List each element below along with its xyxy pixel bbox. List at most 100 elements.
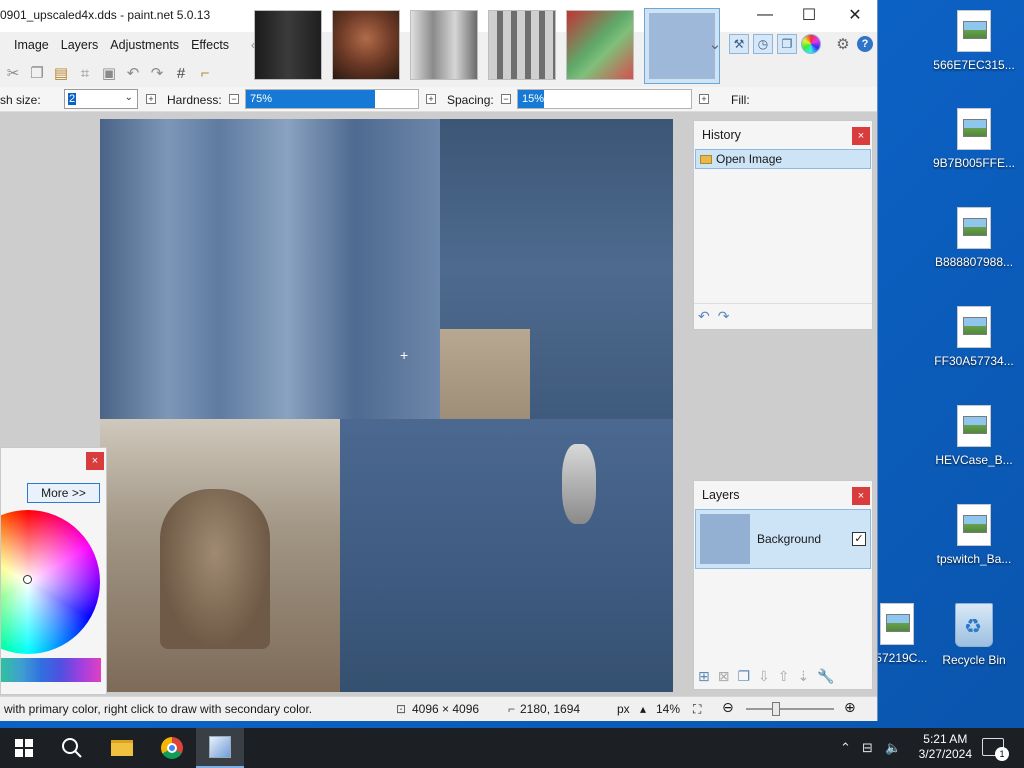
ruler-icon[interactable]: ⌐ [196,65,214,82]
add-layer-icon[interactable]: ⊞ [698,668,710,685]
desktop-file-2[interactable]: 9B7B005FFE... [929,108,1019,170]
desktop-file-5[interactable]: HEVCase_B... [929,405,1019,467]
undo-icon[interactable]: ↶ [124,64,142,82]
desktop-file-label: FF30A57734... [934,354,1014,368]
crop-icon[interactable]: ⌗ [76,65,94,82]
zoom-to-window-icon[interactable]: ⛶ [693,702,701,717]
image-size-icon: ⊡ [396,702,407,716]
spacing-increase-icon[interactable]: + [699,94,709,104]
paintnet-taskbar-button[interactable] [196,728,244,768]
menu-image[interactable]: Image [8,32,55,58]
spacing-label: Spacing: [447,93,494,107]
color-wheel[interactable] [1,510,100,654]
image-tab-2[interactable] [332,10,400,80]
image-canvas[interactable]: + [100,119,673,692]
brush-size-dropdown[interactable]: 2 ⌄ [64,89,138,109]
zoom-out-icon[interactable]: ⊖ [722,699,734,716]
unit-selector[interactable]: px [617,702,630,716]
zoom-slider[interactable] [746,702,834,716]
cursor-position-icon: ⌐ [508,702,516,716]
move-layer-down-icon[interactable]: ⇣ [798,668,810,685]
start-button[interactable] [0,728,48,768]
paste-icon[interactable]: ▤ [52,64,70,82]
tools-window-toggle-icon[interactable]: ⚒ [729,34,749,54]
menu-layers[interactable]: Layers [55,32,105,58]
brush-size-increase-icon[interactable]: + [146,94,156,104]
history-item-label: Open Image [716,152,783,166]
desktop-file-6[interactable]: tpswitch_Ba... [929,504,1019,566]
show-hidden-icons-icon[interactable]: ⌃ [840,740,851,756]
brush-size-label: sh size: [0,93,41,107]
history-undo-icon[interactable]: ↶ [698,308,710,325]
chrome-button[interactable] [148,728,196,768]
brush-size-value: 2 [68,93,77,105]
close-button[interactable]: ✕ [832,0,877,30]
recycle-bin[interactable]: Recycle Bin [929,603,1019,667]
image-file-icon [957,10,991,52]
maximize-button[interactable]: ☐ [786,0,832,30]
notification-center-button[interactable]: 1 [982,738,1009,761]
layers-close-icon[interactable]: × [852,487,870,505]
volume-icon[interactable]: 🔈 [885,740,901,756]
hardness-slider[interactable]: 75% [245,89,419,109]
search-button[interactable] [48,728,96,768]
canvas-area[interactable]: + History × Open Image ↶ ↷ Layers × Back… [0,112,877,696]
title-bar: 0901_upscaled4x.dds - paint.net 5.0.13 —… [0,0,877,84]
hardness-increase-icon[interactable]: + [426,94,436,104]
move-layer-up-icon[interactable]: ⇧ [778,668,790,685]
colors-close-icon[interactable]: × [86,452,104,470]
layer-properties-icon[interactable]: 🔧 [817,668,834,685]
desktop-file-3[interactable]: B888807988... [929,207,1019,269]
spacing-slider[interactable]: 15% [517,89,692,109]
cut-icon[interactable]: ✂ [4,64,22,82]
minimize-button[interactable]: — [742,0,788,30]
deselect-icon[interactable]: ▣ [100,64,118,82]
notification-count: 1 [995,747,1009,761]
zoom-level[interactable]: 14% [656,702,680,716]
file-explorer-button[interactable] [98,728,146,768]
layer-item-background[interactable]: Background ✓ [695,509,871,569]
desktop-file-1[interactable]: 566E7EC315... [929,10,1019,72]
network-icon[interactable]: ⊟ [862,740,873,756]
desktop-file-label: tpswitch_Ba... [936,552,1012,566]
image-tab-5[interactable] [566,10,634,80]
copy-icon[interactable]: ❐ [28,64,46,82]
more-colors-button[interactable]: More >> [27,483,100,503]
image-tab-4[interactable] [488,10,556,80]
grid-icon[interactable]: # [172,65,190,82]
menu-effects[interactable]: Effects [185,32,235,58]
image-list-dropdown-icon[interactable]: ⌄ [705,34,725,54]
tabs-scroll-left-icon[interactable]: ‹ [251,38,255,52]
image-tab-3[interactable] [410,10,478,80]
color-palette[interactable] [1,658,101,682]
merge-layer-down-icon[interactable]: ⇩ [758,668,770,685]
image-file-icon [957,306,991,348]
help-icon[interactable]: ? [857,36,873,52]
history-item-open-image[interactable]: Open Image [695,149,871,169]
delete-layer-icon[interactable]: ⊠ [718,668,730,685]
history-redo-icon[interactable]: ↷ [718,308,730,325]
spacing-decrease-icon[interactable]: − [501,94,511,104]
desktop-file-label: B888807988... [934,255,1014,269]
layer-visibility-checkbox[interactable]: ✓ [852,532,866,546]
layers-window-toggle-icon[interactable]: ❐ [777,34,797,54]
status-bar: with primary color, right click to draw … [0,696,877,721]
desktop-file-label: 566E7EC315... [933,58,1015,72]
settings-icon[interactable]: ⚙ [833,34,853,54]
image-tab-1[interactable] [254,10,322,80]
zoom-slider-thumb[interactable] [772,702,780,716]
hardness-decrease-icon[interactable]: − [229,94,239,104]
colors-window-toggle-icon[interactable] [801,34,821,54]
redo-icon[interactable]: ↷ [148,64,166,82]
layer-name: Background [757,532,822,546]
history-window-toggle-icon[interactable]: ◷ [753,34,773,54]
clock[interactable]: 5:21 AM 3/27/2024 [919,732,972,762]
zoom-in-icon[interactable]: ⊕ [844,699,856,716]
duplicate-layer-icon[interactable]: ❐ [737,668,750,685]
history-close-icon[interactable]: × [852,127,870,145]
desktop-file-4[interactable]: FF30A57734... [929,306,1019,368]
unit-up-icon[interactable]: ▴ [640,702,646,716]
folder-icon [111,740,133,756]
menu-adjustments[interactable]: Adjustments [104,32,185,58]
layers-panel: Layers × Background ✓ ⊞ ⊠ ❐ ⇩ ⇧ ⇣ 🔧 [693,480,873,690]
